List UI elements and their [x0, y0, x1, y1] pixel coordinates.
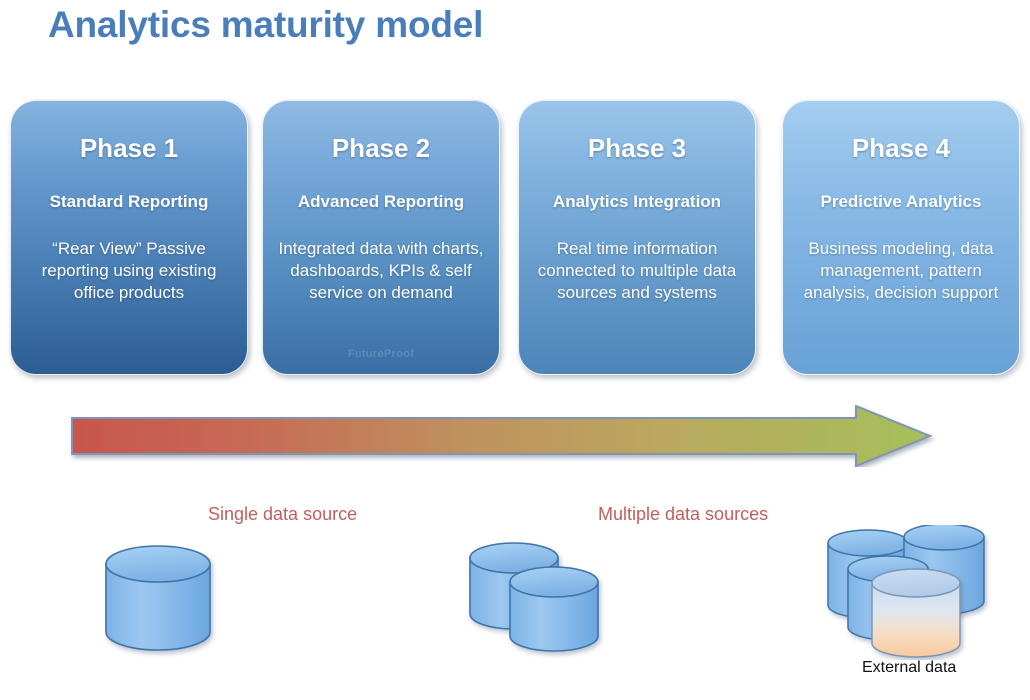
phase-description: “Rear View” Passive reporting using exis… — [41, 239, 217, 302]
phase-title: Phase 3 — [587, 133, 687, 163]
phase-subtitle: Advanced Reporting — [297, 192, 465, 211]
phase-description: Real time information connected to multi… — [537, 239, 737, 302]
multiple-databases-cylinder-icon — [469, 542, 599, 652]
phase-description: Integrated data with charts, dashboards,… — [278, 239, 484, 302]
multiple-data-sources-label: Multiple data sources — [598, 504, 769, 524]
progression-arrow-icon — [71, 405, 933, 467]
phase-subtitle: Analytics Integration — [552, 192, 722, 211]
phase-subtitle: Predictive Analytics — [820, 192, 982, 211]
phase-title: Phase 1 — [79, 133, 179, 163]
page-title: Analytics maturity model — [48, 4, 484, 45]
phase-box-3[interactable]: Phase 3 Analytics Integration Real time … — [518, 100, 756, 375]
phase-description: Business modeling, data management, patt… — [803, 239, 999, 302]
external-data-cylinder-cluster-icon — [827, 525, 985, 658]
single-data-source-label: Single data source — [208, 504, 358, 524]
phase-box-1[interactable]: Phase 1 Standard Reporting “Rear View” P… — [10, 100, 248, 375]
phase-title: Phase 4 — [851, 133, 951, 163]
phase-box-2[interactable]: Phase 2 Advanced Reporting Integrated da… — [262, 100, 500, 375]
watermark: FutureProof — [347, 348, 415, 360]
phase-subtitle: Standard Reporting — [49, 192, 209, 211]
external-data-label: External data — [862, 659, 957, 676]
single-database-cylinder-icon — [105, 545, 211, 651]
phase-box-4[interactable]: Phase 4 Predictive Analytics Business mo… — [782, 100, 1020, 375]
phase-title: Phase 2 — [331, 133, 431, 163]
